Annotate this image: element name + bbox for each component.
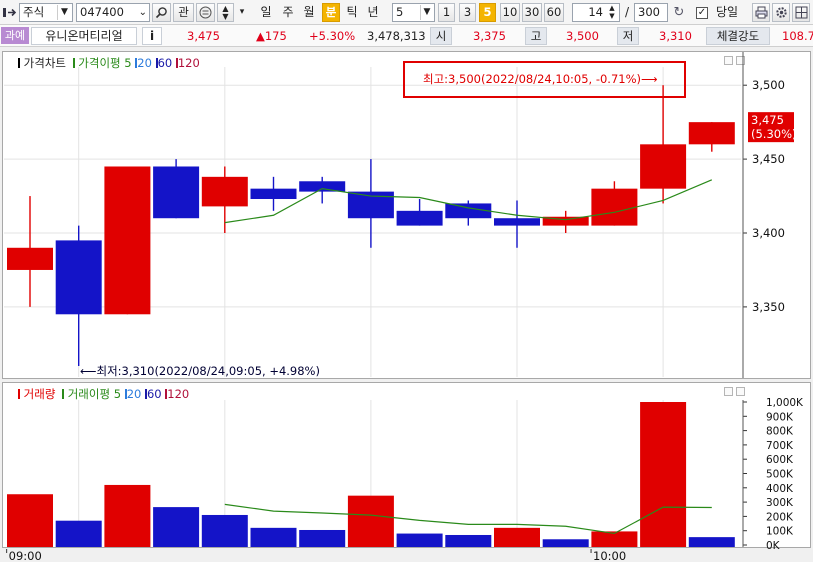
- volume-bar: [688, 537, 735, 547]
- volume-ma5-line: [224, 503, 712, 535]
- volume-bar: [396, 533, 443, 547]
- volume-bar: [55, 520, 102, 547]
- candle-body: [250, 188, 297, 200]
- volume-tick-label: 0K: [766, 540, 781, 552]
- volume-bar: [640, 402, 687, 547]
- volume-bar: [250, 527, 297, 547]
- volume-tick-label: 200K: [766, 511, 794, 523]
- volume-tick-label: 100K: [766, 526, 794, 538]
- volume-tick-label: 600K: [766, 454, 794, 466]
- volume-bar: [153, 507, 200, 547]
- price-tick-label: 3,400: [752, 226, 785, 240]
- price-tick-label: 3,500: [752, 78, 785, 92]
- volume-tick-label: 400K: [766, 483, 794, 495]
- price-tick-label: 3,350: [752, 300, 785, 314]
- candle-body: [104, 166, 151, 315]
- high-annotation: 최고:3,500(2022/08/24,10:05, -0.71%)⟶: [423, 72, 658, 86]
- current-price-label: 3,475: [751, 113, 784, 127]
- volume-bar: [104, 484, 151, 547]
- volume-bar: [542, 539, 589, 547]
- volume-bar: [201, 514, 248, 547]
- chart-canvas[interactable]: 3,350 3,400 3,450 3,500 3,475(5.30%) 최고:3,500…: [0, 0, 813, 562]
- volume-bar: [494, 527, 540, 547]
- candle-body: [201, 176, 248, 207]
- candle-body: [640, 144, 687, 189]
- candle-body: [494, 218, 540, 226]
- candle-body: [396, 210, 443, 226]
- time-tick-label: 09:00: [9, 549, 42, 562]
- volume-tick-label: 900K: [766, 411, 794, 423]
- candle-body: [153, 166, 200, 219]
- current-pct-label: (5.30%): [751, 127, 797, 141]
- volume-bar: [299, 529, 346, 547]
- volume-tick-label: 700K: [766, 440, 794, 452]
- volume-bar: [7, 494, 53, 547]
- candle-body: [688, 122, 735, 145]
- volume-bar: [445, 534, 492, 547]
- candle-body: [591, 188, 638, 226]
- volume-bar: [347, 495, 394, 547]
- volume-tick-label: 500K: [766, 469, 794, 481]
- price-tick-label: 3,450: [752, 152, 785, 166]
- volume-tick-label: 300K: [766, 497, 794, 509]
- candle-body: [55, 240, 102, 315]
- time-tick-label: 10:00: [593, 549, 626, 562]
- volume-tick-label: 800K: [766, 426, 794, 438]
- candle-body: [7, 247, 53, 270]
- volume-tick-label: 1,000K: [766, 397, 804, 409]
- candle-body: [299, 181, 346, 192]
- low-annotation: ⟵최저:3,310(2022/08/24,09:05, +4.98%): [80, 364, 320, 378]
